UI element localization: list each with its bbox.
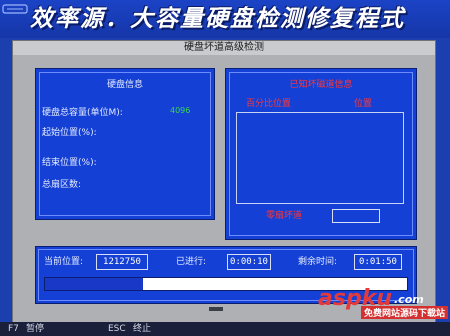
stop-action[interactable]: 终止: [133, 322, 151, 336]
disk-info-heading: 硬盘信息: [106, 80, 143, 90]
watermark-slogan: 免费网站源码下载站: [360, 306, 448, 319]
disk-info-frame: [39, 72, 211, 216]
repair-label: 零扇坏道: [266, 211, 303, 221]
scroll-stub: [209, 307, 223, 311]
app-logo-icon: [2, 4, 28, 14]
pause-action[interactable]: 暂停: [26, 322, 44, 336]
watermark: aspku .com 免费网站源码下载站: [288, 282, 448, 322]
current-position-field: 1212750: [96, 254, 148, 270]
bad-sectors-heading: 已知坏磁道信息: [289, 80, 353, 90]
bad-sectors-panel: 已知坏磁道信息 百分比位置 位置 零扇坏道: [225, 68, 417, 240]
column-percent-position: 百分比位置: [246, 99, 292, 109]
bad-sectors-list[interactable]: [236, 112, 404, 204]
app-title: 效率源．大容量硬盘检测修复程式: [30, 6, 405, 32]
esc-key: ESC: [108, 324, 126, 334]
window-title: 硬盘坏道高级检测: [13, 41, 435, 55]
f7-key: F7: [8, 324, 19, 334]
column-position: 位置: [354, 99, 373, 109]
remaining-label: 剩余时间:: [298, 257, 338, 267]
start-position-label: 起始位置(%):: [42, 128, 97, 138]
end-position-label: 结束位置(%):: [42, 158, 97, 168]
capacity-label: 硬盘总容量(单位M):: [42, 108, 123, 118]
title-banner: 效率源．大容量硬盘检测修复程式: [0, 0, 450, 38]
remaining-field: 0:01:50: [354, 254, 402, 270]
progress-fill: [45, 278, 143, 290]
disk-info-panel: 硬盘信息 硬盘总容量(单位M): 4096 起始位置(%): 结束位置(%): …: [35, 68, 215, 220]
elapsed-field: 0:00:10: [227, 254, 271, 270]
total-sectors-label: 总扇区数:: [42, 180, 82, 190]
repair-field: [332, 209, 380, 223]
watermark-tld: .com: [394, 293, 424, 306]
current-position-label: 当前位置:: [44, 257, 84, 267]
elapsed-label: 已进行:: [176, 257, 207, 267]
capacity-value: 4096: [170, 106, 191, 115]
footer-bar: F7 暂停 ESC 终止: [0, 322, 450, 336]
